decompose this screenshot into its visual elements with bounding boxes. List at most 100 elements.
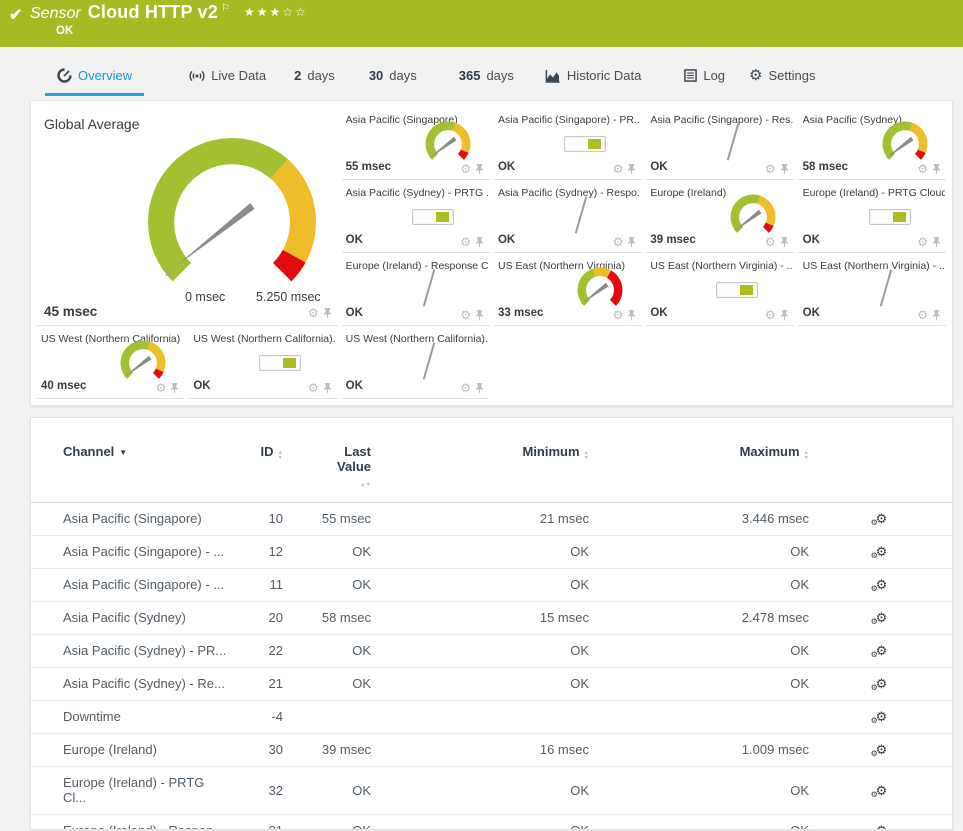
column-header-maximum[interactable]: Maximum ▲ ▼ bbox=[589, 444, 809, 503]
gear-icon[interactable]: ⚙ bbox=[613, 309, 624, 321]
channel-panel[interactable]: Asia Pacific (Singapore) - PR... OK ⚙ bbox=[493, 107, 642, 180]
column-header-last-value[interactable]: Last Value ▲▼ bbox=[283, 444, 371, 503]
channel-panel[interactable]: Europe (Ireland) 39 msec ⚙ bbox=[646, 180, 794, 253]
sort-icon: ▲▼ bbox=[583, 450, 589, 461]
cell-channel[interactable]: Asia Pacific (Sydney) - PR... bbox=[31, 634, 231, 668]
tab-30-days[interactable]: 30 days bbox=[357, 60, 429, 96]
pin-icon[interactable] bbox=[932, 236, 941, 248]
gear-icon[interactable]: ⚙ bbox=[308, 382, 319, 394]
channel-panel[interactable]: Asia Pacific (Singapore) 55 msec ⚙ bbox=[341, 107, 489, 180]
channel-settings-gears-icon[interactable]: ⚙⚙ bbox=[871, 743, 888, 758]
column-header-id[interactable]: ID ▲ ▼ bbox=[231, 444, 283, 503]
table-row: Asia Pacific (Singapore) 10 55 msec 21 m… bbox=[31, 502, 952, 536]
cell-channel[interactable]: Europe (Ireland) - Respon... bbox=[31, 814, 231, 829]
gear-icon[interactable]: ⚙ bbox=[765, 236, 776, 248]
tab-label: Live Data bbox=[211, 68, 267, 83]
cell-id: 10 bbox=[231, 502, 283, 536]
channel-settings-gears-icon[interactable]: ⚙⚙ bbox=[871, 578, 888, 593]
gear-icon[interactable]: ⚙ bbox=[460, 163, 471, 175]
cell-channel[interactable]: Downtime bbox=[31, 700, 231, 734]
gear-icon[interactable]: ⚙ bbox=[308, 307, 319, 319]
tab-label: Settings bbox=[768, 68, 816, 83]
pin-icon[interactable] bbox=[475, 309, 484, 321]
pin-icon[interactable] bbox=[323, 382, 332, 394]
flag-icon[interactable]: ⚐ bbox=[221, 3, 230, 14]
cell-channel[interactable]: Asia Pacific (Singapore) - ... bbox=[31, 535, 231, 569]
pin-icon[interactable] bbox=[627, 236, 636, 248]
gear-icon[interactable]: ⚙ bbox=[917, 163, 928, 175]
cell-channel[interactable]: Asia Pacific (Sydney) bbox=[31, 601, 231, 635]
tab-live-data[interactable]: Live Data bbox=[177, 60, 278, 96]
tab-overview[interactable]: Overview bbox=[45, 60, 145, 96]
channel-panel[interactable]: Asia Pacific (Sydney) - Respo... OK ⚙ bbox=[493, 180, 642, 253]
sort-icon: ▲▼ bbox=[360, 482, 371, 488]
tab-settings[interactable]: ⚙ Settings bbox=[737, 60, 827, 96]
cell-channel[interactable]: Europe (Ireland) - PRTG Cl... bbox=[31, 766, 231, 815]
gear-icon[interactable]: ⚙ bbox=[765, 163, 776, 175]
channel-panel[interactable]: Asia Pacific (Sydney) 58 msec ⚙ bbox=[798, 107, 946, 180]
pin-icon[interactable] bbox=[475, 382, 484, 394]
pin-icon[interactable] bbox=[627, 163, 636, 175]
channel-panel[interactable]: US West (Northern California)... OK ⚙ bbox=[189, 326, 337, 399]
priority-stars[interactable]: ★★★☆☆ bbox=[244, 5, 308, 19]
channel-panel[interactable]: US West (Northern California)... OK ⚙ bbox=[341, 326, 489, 399]
gear-icon[interactable]: ⚙ bbox=[917, 309, 928, 321]
global-average-panel[interactable]: Global Average x̄ 0 msec 5.250 msec 45 m… bbox=[37, 107, 337, 326]
channel-panel[interactable]: US West (Northern California) 40 msec ⚙ bbox=[37, 326, 185, 399]
channel-table-card: Channel ▼ ID ▲ ▼ Last Value ▲▼ Minimum ▲ ▼ Maxi… bbox=[30, 417, 953, 830]
gear-icon[interactable]: ⚙ bbox=[613, 236, 624, 248]
channel-panel[interactable]: Asia Pacific (Singapore) - Res... OK ⚙ bbox=[646, 107, 794, 180]
channel-settings-gears-icon[interactable]: ⚙⚙ bbox=[871, 677, 888, 692]
cell-minimum: 16 msec bbox=[371, 733, 589, 767]
channel-panel[interactable]: Europe (Ireland) - Response C... OK ⚙ bbox=[341, 253, 489, 326]
cell-channel[interactable]: Europe (Ireland) bbox=[31, 733, 231, 767]
pin-icon[interactable] bbox=[170, 382, 179, 394]
gear-icon[interactable]: ⚙ bbox=[613, 163, 624, 175]
channel-panel-title: Asia Pacific (Singapore) - PR... bbox=[497, 114, 641, 126]
pin-icon[interactable] bbox=[932, 163, 941, 175]
cell-channel[interactable]: Asia Pacific (Singapore) bbox=[31, 502, 231, 536]
channel-panel[interactable]: Europe (Ireland) - PRTG Cloud... OK ⚙ bbox=[798, 180, 946, 253]
channel-settings-gears-icon[interactable]: ⚙⚙ bbox=[871, 644, 888, 659]
pin-icon[interactable] bbox=[932, 309, 941, 321]
gear-icon[interactable]: ⚙ bbox=[917, 236, 928, 248]
pin-icon[interactable] bbox=[627, 309, 636, 321]
channel-panel[interactable]: US East (Northern Virginia) 33 msec ⚙ bbox=[493, 253, 642, 326]
cell-channel[interactable]: Asia Pacific (Sydney) - Re... bbox=[31, 667, 231, 701]
channel-settings-gears-icon[interactable]: ⚙⚙ bbox=[876, 824, 888, 829]
gear-icon[interactable]: ⚙ bbox=[765, 309, 776, 321]
tab-2-days[interactable]: 2 days bbox=[282, 60, 347, 96]
tab-365-days[interactable]: 365 days bbox=[447, 60, 526, 96]
pin-icon[interactable] bbox=[780, 236, 789, 248]
cell-channel[interactable]: Asia Pacific (Singapore) - ... bbox=[31, 568, 231, 602]
gear-icon[interactable]: ⚙ bbox=[156, 382, 167, 394]
gear-icon[interactable]: ⚙ bbox=[460, 309, 471, 321]
channel-panel-title: Asia Pacific (Singapore) - Res... bbox=[650, 114, 793, 126]
pin-icon[interactable] bbox=[780, 163, 789, 175]
pin-icon[interactable] bbox=[475, 236, 484, 248]
sort-icon: ▲▼ bbox=[277, 450, 283, 461]
column-header-channel[interactable]: Channel ▼ bbox=[31, 444, 231, 503]
channel-panel[interactable]: US East (Northern Virginia) - ... OK ⚙ bbox=[646, 253, 794, 326]
channel-panel-title: US East (Northern Virginia) - ... bbox=[650, 260, 793, 272]
gear-icon[interactable]: ⚙ bbox=[460, 236, 471, 248]
channel-settings-gears-icon[interactable]: ⚙⚙ bbox=[871, 784, 888, 799]
gear-icon[interactable]: ⚙ bbox=[460, 382, 471, 394]
column-header-minimum[interactable]: Minimum ▲ ▼ bbox=[371, 444, 589, 503]
cell-id: 22 bbox=[231, 634, 283, 668]
channel-settings-gears-icon[interactable]: ⚙⚙ bbox=[871, 611, 888, 626]
tab-log[interactable]: Log bbox=[672, 60, 737, 96]
pin-icon[interactable] bbox=[323, 307, 332, 319]
cell-last-value bbox=[283, 700, 371, 734]
sensor-status-text: OK bbox=[56, 25, 74, 37]
pin-icon[interactable] bbox=[475, 163, 484, 175]
channel-panel[interactable]: Asia Pacific (Sydney) - PRTG ... OK ⚙ bbox=[341, 180, 489, 253]
channel-settings-gears-icon[interactable]: ⚙⚙ bbox=[871, 512, 888, 527]
channel-panel-value: OK bbox=[345, 380, 363, 392]
channel-panel[interactable]: US East (Northern Virginia) - ... OK ⚙ bbox=[798, 253, 946, 326]
tab-historic-data[interactable]: Historic Data bbox=[533, 60, 653, 96]
pin-icon[interactable] bbox=[780, 309, 789, 321]
cell-last-value: OK bbox=[283, 568, 371, 602]
channel-settings-gears-icon[interactable]: ⚙⚙ bbox=[871, 545, 888, 560]
channel-settings-gears-icon[interactable]: ⚙⚙ bbox=[871, 710, 888, 725]
